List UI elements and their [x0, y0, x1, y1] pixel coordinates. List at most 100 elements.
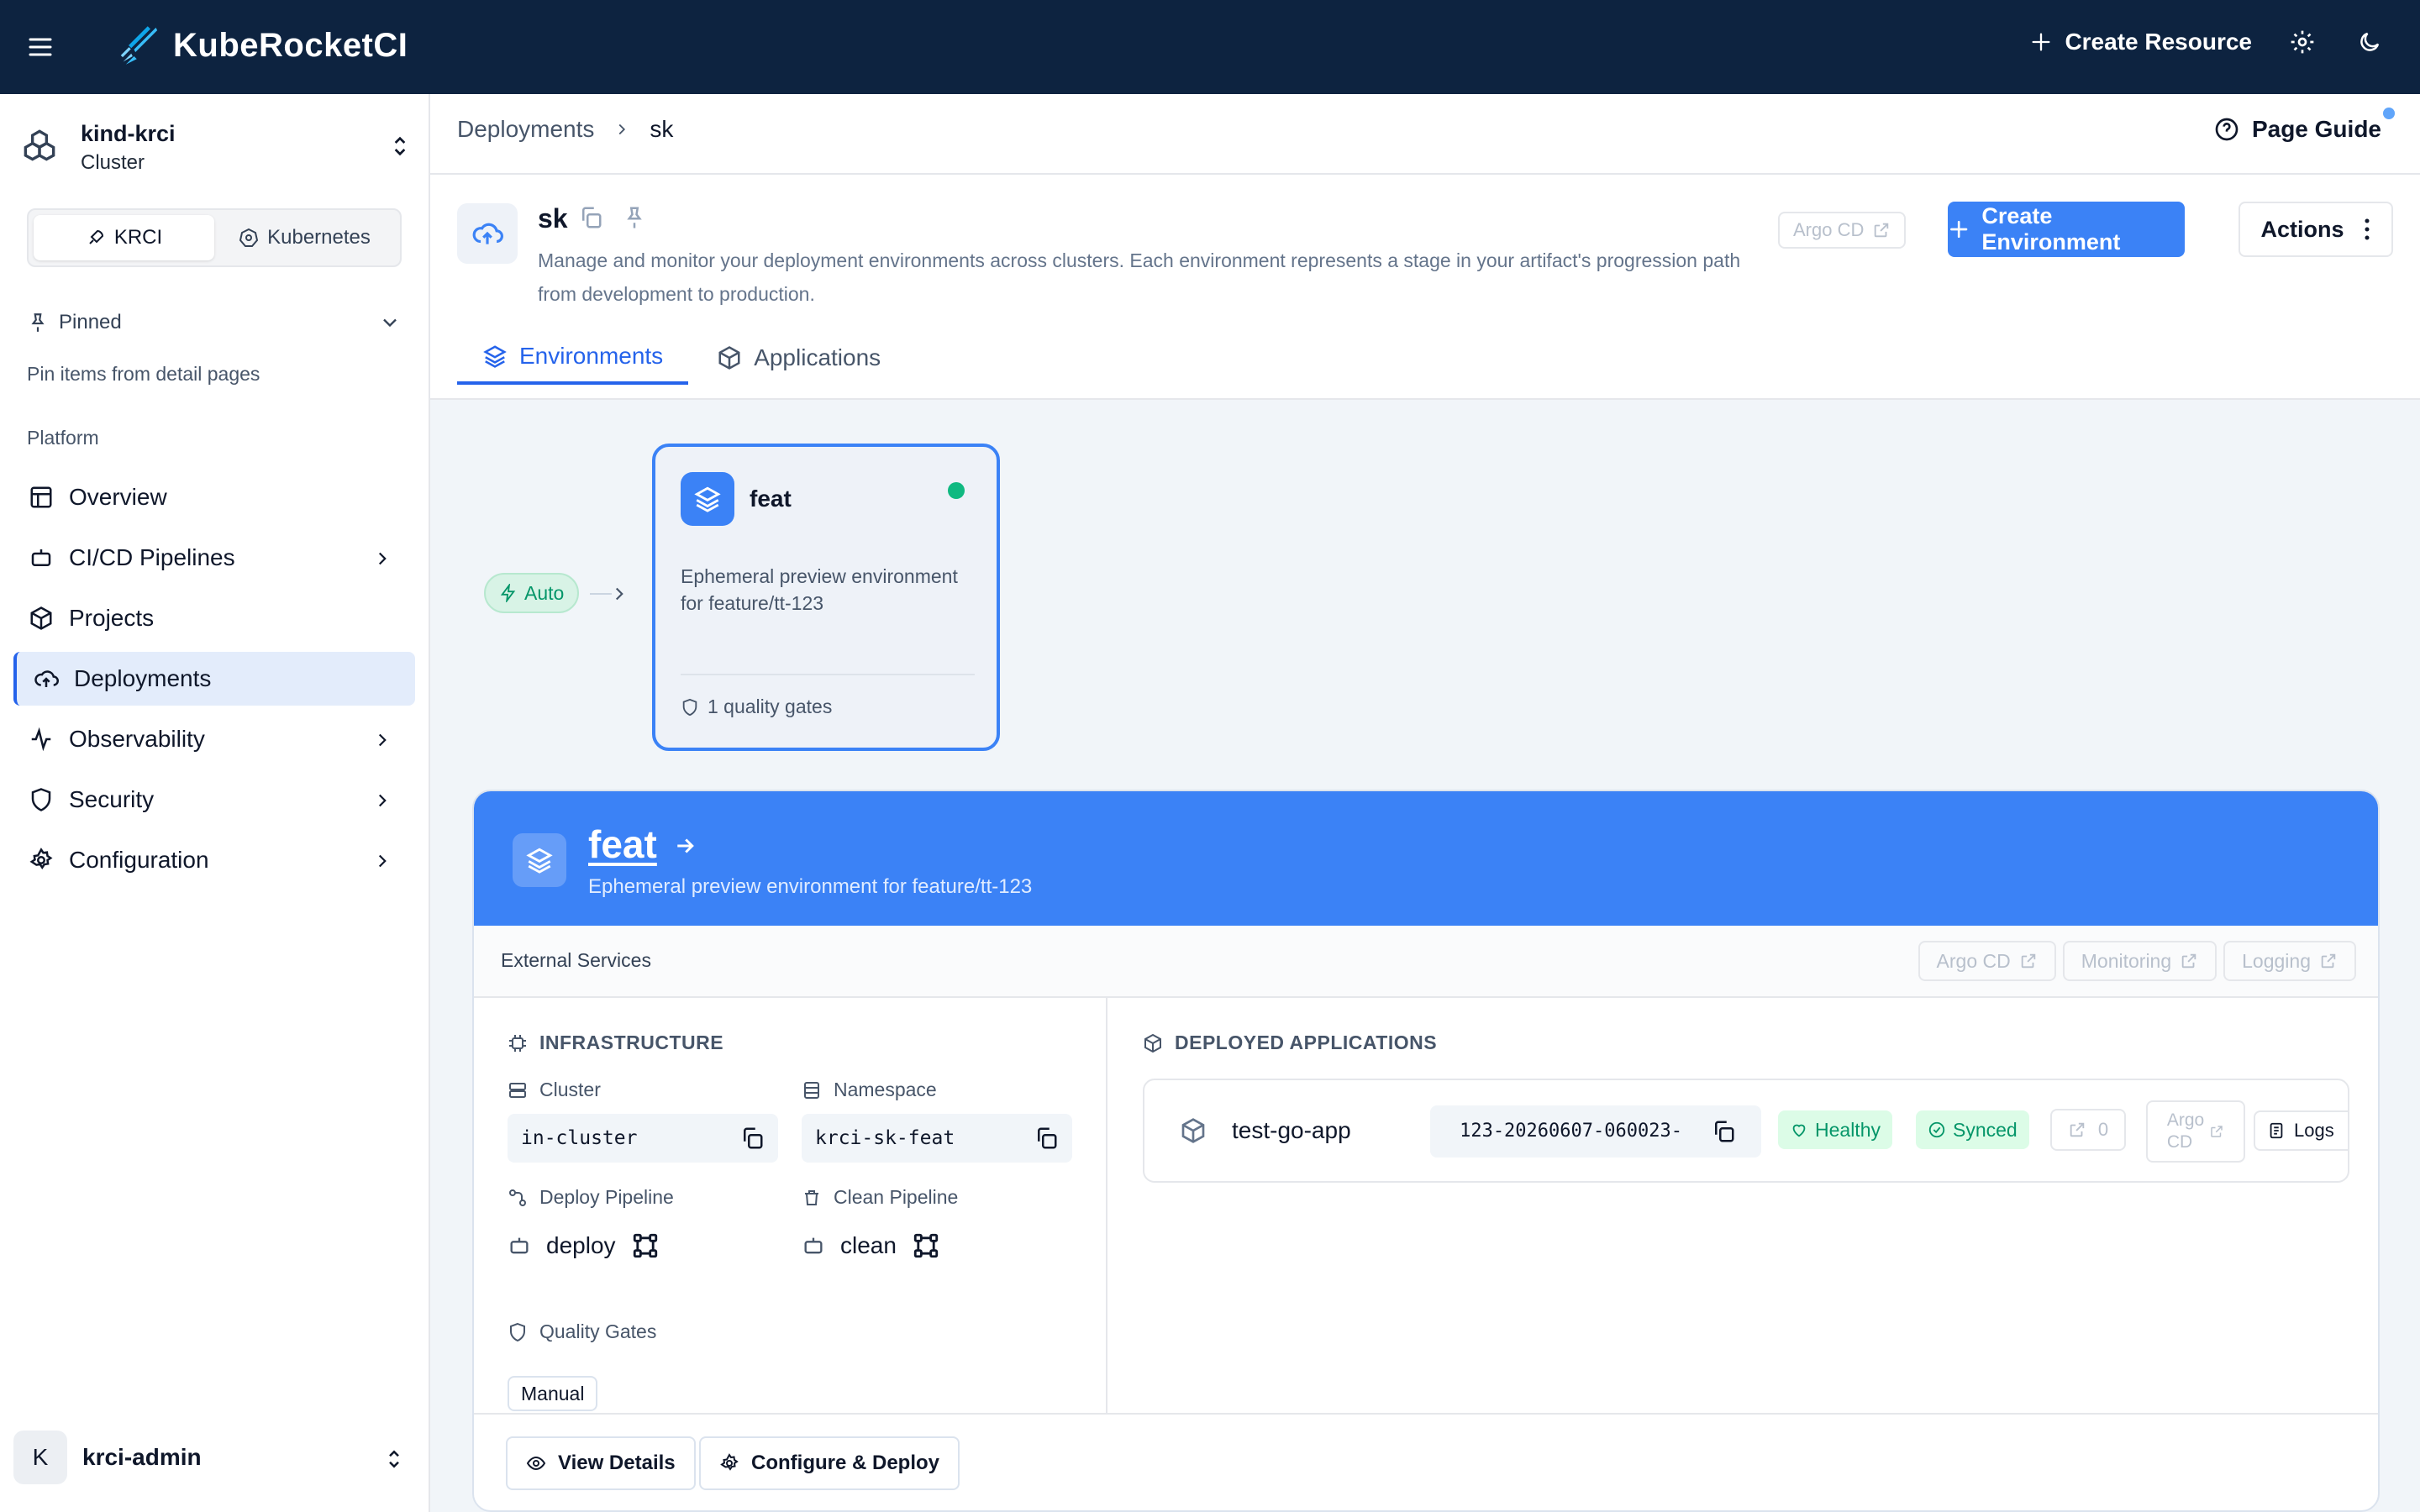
- shield-icon: [31, 788, 51, 811]
- app-logo[interactable]: KubeRocketCI: [118, 24, 408, 67]
- application-version-text: -123-20260607-060023: [1460, 1121, 1682, 1142]
- sidebar-item-security[interactable]: Security: [13, 773, 415, 827]
- deployed-applications-title: DEPLOYED APPLICATIONS: [1143, 1032, 1437, 1054]
- pipeline-graph-icon[interactable]: [912, 1231, 940, 1260]
- app-argo-cd-link[interactable]: Argo CD: [2146, 1100, 2245, 1163]
- sidebar-item-overview[interactable]: Overview: [13, 470, 415, 524]
- box-icon: [1181, 1118, 1205, 1143]
- sidebar-item-projects[interactable]: Projects: [13, 591, 415, 645]
- cluster-switcher[interactable]: kind-krci Cluster: [18, 118, 413, 176]
- sidebar-item-observability[interactable]: Observability: [13, 712, 415, 766]
- page-description: Manage and monitor your deployment envir…: [538, 249, 1741, 305]
- box-icon: [30, 606, 52, 630]
- sync-status-label: Synced: [1953, 1118, 2018, 1141]
- cluster-name: kind-krci: [81, 121, 176, 146]
- copy-icon[interactable]: [578, 205, 603, 230]
- copy-icon[interactable]: [1034, 1126, 1059, 1151]
- tab-krci-label: KRCI: [113, 226, 163, 249]
- external-link-icon: [2070, 1122, 2085, 1137]
- sidebar-item-label: Deployments: [74, 665, 212, 691]
- user-menu[interactable]: K krci-admin: [13, 1430, 415, 1485]
- external-services-row: External Services Argo CD Monitoring Log…: [474, 926, 2378, 998]
- tab-applications[interactable]: Applications: [692, 331, 906, 385]
- namespace-label-text: Namespace: [834, 1079, 937, 1100]
- app-name: KubeRocketCI: [173, 26, 408, 64]
- logging-link[interactable]: Logging: [2223, 941, 2356, 981]
- application-name-link[interactable]: test-go-app: [1232, 1117, 1351, 1144]
- actions-button[interactable]: Actions: [2238, 202, 2393, 257]
- tab-kubernetes[interactable]: Kubernetes: [214, 215, 395, 260]
- sidebar-item-configuration[interactable]: Configuration: [13, 833, 415, 887]
- tab-kubernetes-label: Kubernetes: [267, 226, 371, 249]
- external-link-icon: [2181, 953, 2196, 969]
- pipeline-graph-icon[interactable]: [631, 1231, 660, 1260]
- panel-header: feat Ephemeral preview environment for f…: [474, 791, 2378, 926]
- view-details-button[interactable]: View Details: [506, 1436, 696, 1490]
- environment-card-feat[interactable]: feat Ephemeral preview environment for f…: [652, 444, 1000, 751]
- menu-icon[interactable]: [25, 32, 55, 62]
- cluster-type: Cluster: [81, 151, 145, 174]
- deploy-pipeline-link[interactable]: deploy: [546, 1232, 616, 1259]
- layers-icon: [526, 848, 553, 874]
- page-guide-label: Page Guide: [2251, 116, 2381, 142]
- rocket-logo-icon: [120, 26, 158, 65]
- gear-icon: [29, 848, 53, 870]
- pin-icon[interactable]: [622, 205, 647, 230]
- breadcrumb-current: sk: [650, 116, 674, 142]
- argo-cd-link[interactable]: Argo CD: [1778, 212, 1907, 249]
- pinned-label: Pinned: [59, 311, 122, 333]
- logging-label: Logging: [2242, 949, 2311, 972]
- trigger-label: Auto: [524, 581, 565, 604]
- create-environment-button[interactable]: Create Environment: [1948, 202, 2185, 257]
- layers-icon: [483, 345, 507, 368]
- deploy-pipeline-label: Deploy Pipeline: [508, 1186, 674, 1209]
- chevron-up-down-icon: [394, 136, 406, 156]
- box-icon: [718, 346, 740, 370]
- dark-mode-icon[interactable]: [2353, 25, 2386, 59]
- deployed-applications-section: DEPLOYED APPLICATIONS test-go-app -123-2…: [1109, 998, 2378, 1413]
- box-icon: [1144, 1033, 1161, 1053]
- copy-icon[interactable]: [739, 1126, 765, 1151]
- ingress-link-button[interactable]: 0: [2050, 1109, 2126, 1151]
- monitoring-link[interactable]: Monitoring: [2062, 941, 2217, 981]
- copy-icon[interactable]: [1711, 1119, 1736, 1144]
- sidebar-item-label: Security: [69, 786, 155, 812]
- argo-cd-link[interactable]: Argo CD: [1918, 941, 2056, 981]
- kubernetes-icon: [239, 228, 259, 247]
- tab-krci[interactable]: KRCI: [34, 215, 214, 260]
- notification-dot: [2383, 108, 2395, 119]
- arrow-right-icon[interactable]: [672, 833, 697, 858]
- more-vertical-icon: [2365, 218, 2369, 240]
- environment-name-link[interactable]: feat: [588, 822, 657, 867]
- create-resource-button[interactable]: Create Resource: [2029, 29, 2252, 55]
- sidebar-item-cicd-pipelines[interactable]: CI/CD Pipelines: [13, 531, 415, 585]
- shield-icon: [682, 698, 697, 716]
- infrastructure-title-label: INFRASTRUCTURE: [539, 1032, 724, 1053]
- trigger-auto-chip[interactable]: Auto: [484, 573, 580, 613]
- external-link-icon: [2021, 953, 2035, 969]
- breadcrumb-deployments[interactable]: Deployments: [457, 116, 594, 143]
- clean-pipeline: clean: [802, 1231, 940, 1260]
- sync-status-badge: Synced: [1916, 1110, 2029, 1149]
- external-services-label: External Services: [501, 949, 651, 971]
- tab-environments[interactable]: Environments: [457, 331, 689, 385]
- pinned-section-toggle[interactable]: Pinned: [27, 306, 402, 339]
- help-circle-icon: [2215, 118, 2238, 141]
- shield-icon: [510, 1322, 525, 1341]
- chevron-right-icon: [619, 123, 626, 135]
- actions-label: Actions: [2260, 216, 2344, 242]
- sidebar-item-deployments[interactable]: Deployments: [13, 652, 415, 706]
- settings-icon[interactable]: [2286, 25, 2319, 59]
- configure-deploy-button[interactable]: Configure & Deploy: [699, 1436, 960, 1490]
- page-icon: [457, 203, 518, 264]
- cloud-upload-icon: [472, 223, 503, 244]
- clean-pipeline-link[interactable]: clean: [840, 1232, 897, 1259]
- logs-button[interactable]: Logs: [2254, 1110, 2348, 1151]
- health-status-badge: Healthy: [1778, 1110, 1892, 1149]
- main-content: Deployments sk Page Guide sk Manage and …: [430, 94, 2420, 1512]
- page-guide-button[interactable]: Page Guide: [2213, 116, 2381, 143]
- heart-icon: [1792, 1124, 1806, 1137]
- namespace-value-text: krci-sk-feat: [815, 1127, 955, 1149]
- quality-gates-label: 1 quality gates: [708, 696, 833, 717]
- argo-cd-label: Argo CD: [1793, 219, 1865, 240]
